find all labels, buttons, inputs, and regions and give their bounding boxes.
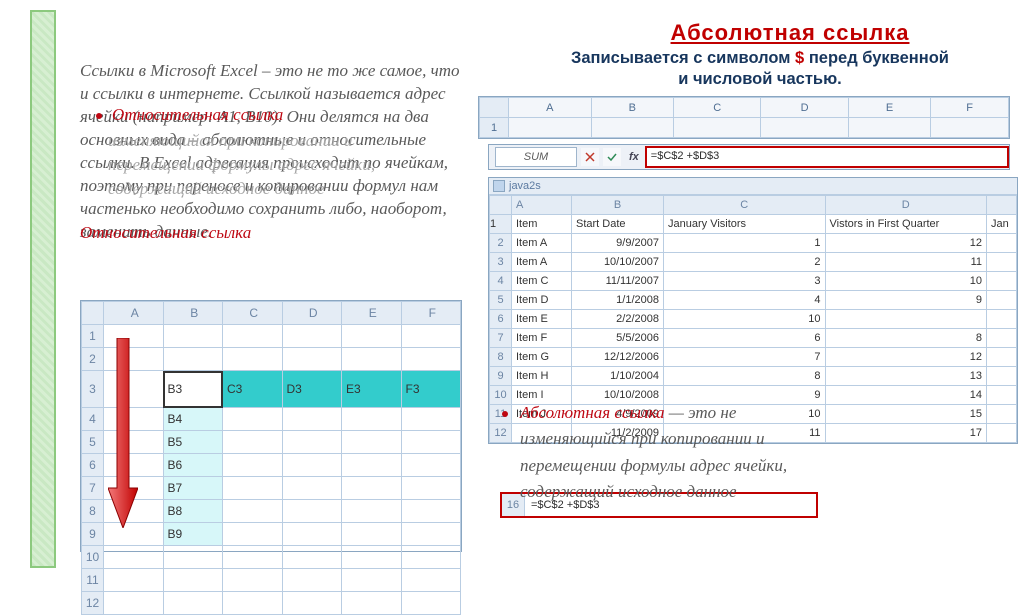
table-row[interactable]: 6Item E2/2/200810 <box>490 310 1017 329</box>
col-head: A <box>509 98 592 118</box>
excel-relative-example: A B C D E F 1 2 3 B3 C3 D3 E3 F3 4B4 5B5… <box>80 300 462 552</box>
cell[interactable]: C3 <box>223 371 283 408</box>
table-row[interactable]: 7Item F5/5/200668 <box>490 329 1017 348</box>
cell[interactable]: F3 <box>401 371 461 408</box>
relative-title-overlay: Относительная ссылка <box>96 104 283 127</box>
table-row[interactable]: 4Item C11/11/2007310 <box>490 272 1017 291</box>
row-head: 1 <box>480 118 509 138</box>
fx-icon[interactable]: fx <box>629 151 639 163</box>
excel-icon <box>493 180 505 192</box>
excel-wide-header: A B C D E F 1 <box>478 96 1010 139</box>
cell-B3[interactable]: B3 <box>163 371 223 408</box>
relative-title2: Относительная ссылка <box>80 222 251 245</box>
col-head: C <box>674 98 761 118</box>
absolute-link-subtitle: Записывается с символом $ перед буквенно… <box>480 48 1024 89</box>
name-box[interactable]: SUM <box>495 147 577 167</box>
bullet-icon <box>96 113 102 119</box>
col-head: F <box>931 98 1009 118</box>
relative-line1: изменяющийся при копировании и <box>108 130 352 153</box>
workbook-name: java2s <box>509 180 541 192</box>
table-row[interactable]: 8Item G12/12/2006712 <box>490 348 1017 367</box>
relative-line2: перемещении формулы адрес ячейки, <box>108 154 375 177</box>
table-row[interactable]: 3Item A10/10/2007211 <box>490 253 1017 272</box>
table-row[interactable]: 9Item H1/10/2004813 <box>490 367 1017 386</box>
table-row[interactable]: 2Item A9/9/2007112 <box>490 234 1017 253</box>
cell[interactable]: D3 <box>282 371 342 408</box>
cell[interactable]: E3 <box>342 371 402 408</box>
workbook-titlebar: java2s <box>489 178 1017 195</box>
cancel-icon[interactable] <box>581 148 599 166</box>
decorative-stripe <box>30 10 56 568</box>
relative-line3: содержащий исходное данное <box>108 178 325 201</box>
absolute-link-paragraph: Абсолютная ссылка — это не изменяющийся … <box>520 400 970 505</box>
formula-bar: SUM fx =$C$2 +$D$3 <box>488 144 1010 170</box>
table-row[interactable]: 5Item D1/1/200849 <box>490 291 1017 310</box>
confirm-icon[interactable] <box>603 148 621 166</box>
corner-cell <box>480 98 509 118</box>
absolute-link-title: Абсолютная ссылка <box>560 20 1020 46</box>
col-head: E <box>848 98 931 118</box>
formula-input[interactable]: =$C$2 +$D$3 <box>645 146 1009 168</box>
col-head: B <box>591 98 674 118</box>
col-head: D <box>761 98 848 118</box>
